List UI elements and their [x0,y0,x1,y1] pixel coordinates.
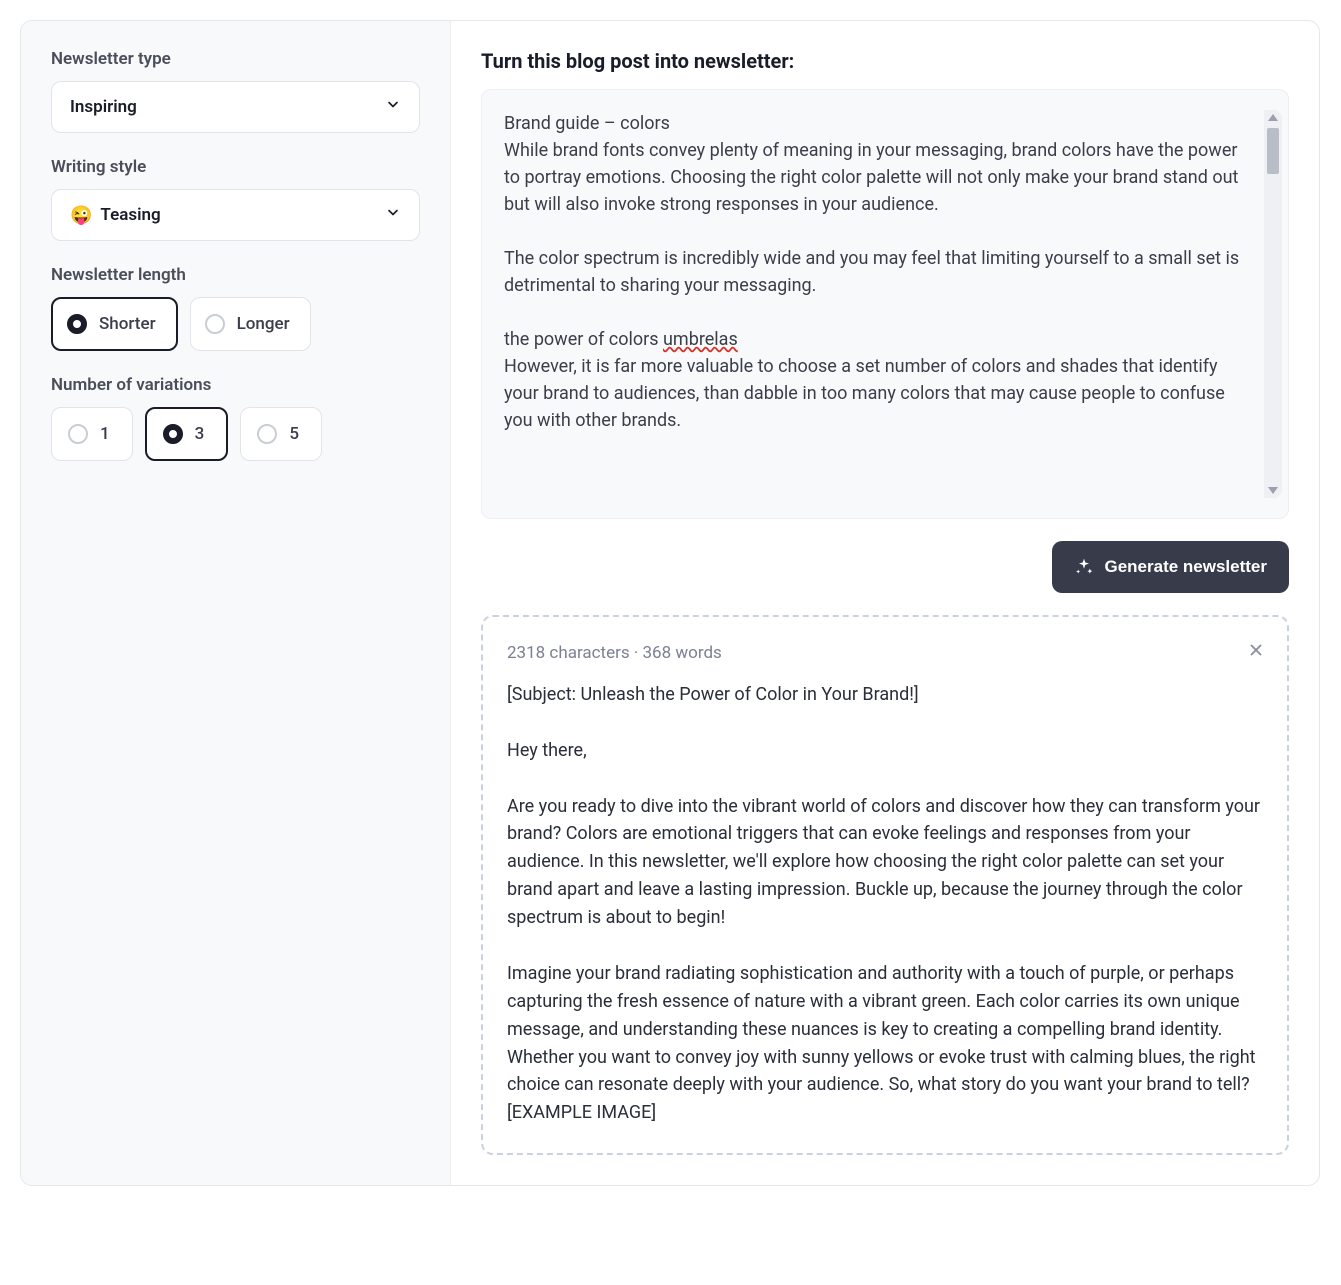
writing-style-value: Teasing [100,205,160,225]
variations-group: Number of variations 1 3 5 [51,375,420,461]
output-body: [Subject: Unleash the Power of Color in … [507,681,1263,1127]
generate-newsletter-button[interactable]: Generate newsletter [1052,541,1289,593]
radio-icon [205,314,225,334]
output-card: 2318 characters · 368 words [Subject: Un… [481,615,1289,1155]
newsletter-length-group: Newsletter length Shorter Longer [51,265,420,351]
variations-option-5[interactable]: 5 [240,407,322,461]
newsletter-type-label: Newsletter type [51,49,420,69]
action-row: Generate newsletter [481,541,1289,593]
writing-style-label: Writing style [51,157,420,177]
scrollbar[interactable] [1264,110,1282,498]
output-meta: 2318 characters · 368 words [507,643,1263,663]
sparkle-icon [1074,557,1094,577]
page-title: Turn this blog post into newsletter: [481,49,1289,73]
source-text-content[interactable]: Brand guide – colors While brand fonts c… [504,110,1264,498]
radio-icon [67,314,87,334]
spell-error: umbrelas [663,329,738,350]
length-option-longer[interactable]: Longer [190,297,311,351]
settings-sidebar: Newsletter type Inspiring Writing style … [21,21,451,1185]
teasing-emoji-icon: 😜 [70,205,92,226]
newsletter-type-value: Inspiring [70,97,137,117]
newsletter-type-group: Newsletter type Inspiring [51,49,420,133]
generate-button-label: Generate newsletter [1104,557,1267,577]
length-option-shorter[interactable]: Shorter [51,297,178,351]
radio-icon [68,424,88,444]
variations-label: Number of variations [51,375,420,395]
variations-option-1[interactable]: 1 [51,407,133,461]
variations-option-label: 1 [100,424,110,444]
writing-style-select[interactable]: 😜 Teasing [51,189,420,241]
writing-style-group: Writing style 😜 Teasing [51,157,420,241]
chevron-down-icon [385,205,401,226]
chevron-down-icon [385,97,401,118]
close-output-button[interactable] [1247,641,1265,663]
app-container: Newsletter type Inspiring Writing style … [20,20,1320,1186]
newsletter-type-select[interactable]: Inspiring [51,81,420,133]
newsletter-length-label: Newsletter length [51,265,420,285]
radio-icon [163,424,183,444]
source-text-area[interactable]: Brand guide – colors While brand fonts c… [481,89,1289,519]
scrollbar-thumb[interactable] [1267,128,1279,174]
main-panel: Turn this blog post into newsletter: Bra… [451,21,1319,1185]
length-option-label: Shorter [99,314,156,334]
length-radio-row: Shorter Longer [51,297,420,351]
radio-icon [257,424,277,444]
variations-option-label: 3 [195,424,205,444]
variations-radio-row: 1 3 5 [51,407,420,461]
variations-option-label: 5 [289,424,299,444]
variations-option-3[interactable]: 3 [145,407,229,461]
length-option-label: Longer [237,314,290,334]
